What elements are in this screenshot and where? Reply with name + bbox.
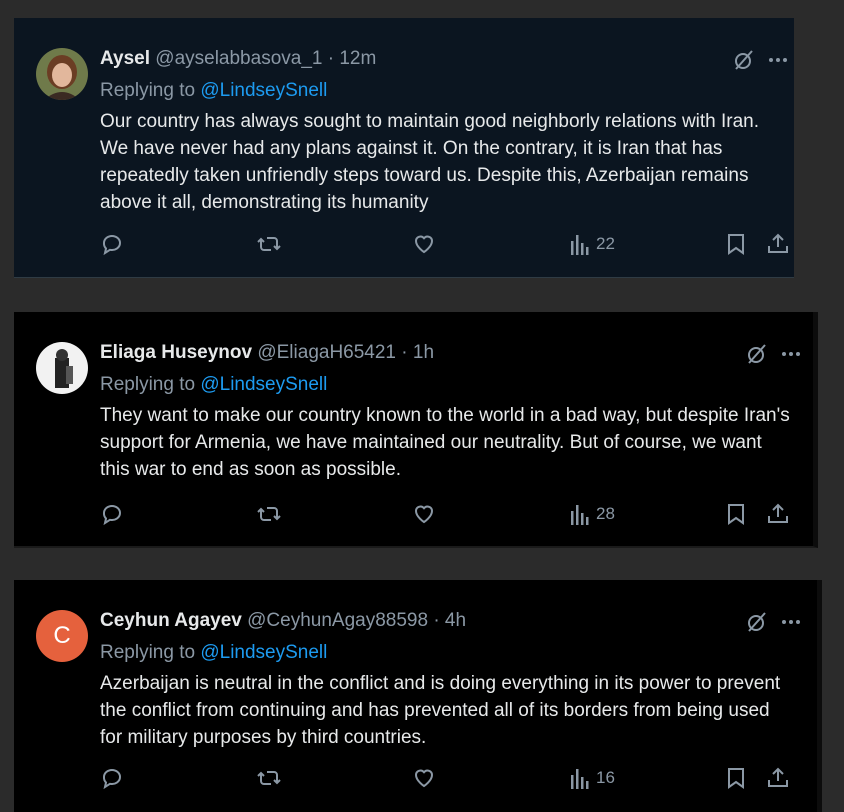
timestamp[interactable]: · 4h <box>433 610 466 631</box>
action-bar: 16 <box>100 766 817 790</box>
views-icon <box>571 235 589 255</box>
views-button[interactable]: 28 <box>570 502 615 526</box>
mention-link[interactable]: @LindseySnell <box>200 80 327 101</box>
replying-to: Replying to @LindseySnell <box>100 80 327 102</box>
top-actions <box>717 610 807 634</box>
author-handle[interactable]: @ayselabbasova_1 <box>155 48 322 69</box>
views-button[interactable]: 16 <box>570 766 615 790</box>
top-actions <box>704 48 794 72</box>
views-icon <box>571 769 589 789</box>
more-icon[interactable] <box>781 346 801 367</box>
bookmark-icon[interactable] <box>726 232 746 256</box>
more-icon[interactable] <box>768 52 788 73</box>
action-bar: 22 <box>100 232 794 256</box>
like-icon[interactable] <box>412 232 436 256</box>
reply-header: Eliaga Huseynov @EliagaH65421 · 1h <box>100 342 434 364</box>
like-icon[interactable] <box>412 766 436 790</box>
like-icon[interactable] <box>412 502 436 526</box>
author-name[interactable]: Ceyhun Agayev <box>100 610 242 631</box>
replying-to-label: Replying to <box>100 80 196 101</box>
grok-icon[interactable] <box>745 610 769 639</box>
replying-to: Replying to @LindseySnell <box>100 374 327 396</box>
replying-to-label: Replying to <box>100 374 196 395</box>
timestamp[interactable]: · 1h <box>401 342 434 363</box>
replying-to-label: Replying to <box>100 642 196 663</box>
share-icon[interactable] <box>766 766 790 790</box>
retweet-icon[interactable] <box>256 232 282 256</box>
timestamp[interactable]: · 12m <box>328 48 377 69</box>
avatar[interactable] <box>36 48 88 100</box>
share-icon[interactable] <box>766 232 790 256</box>
grok-icon[interactable] <box>745 342 769 371</box>
share-icon[interactable] <box>766 502 790 526</box>
avatar[interactable] <box>36 342 88 394</box>
views-icon <box>571 505 589 525</box>
retweet-icon[interactable] <box>256 766 282 790</box>
grok-icon[interactable] <box>732 48 756 77</box>
views-count: 16 <box>596 768 615 787</box>
views-count: 28 <box>596 504 615 523</box>
action-bar: 28 <box>100 502 813 526</box>
reply-text: Azerbaijan is neutral in the conflict an… <box>100 673 781 748</box>
replying-to: Replying to @LindseySnell <box>100 642 327 664</box>
reply-card[interactable]: Aysel @ayselabbasova_1 · 12m Replying to… <box>14 18 794 278</box>
more-icon[interactable] <box>781 614 801 635</box>
reply-header: Ceyhun Agayev @CeyhunAgay88598 · 4h <box>100 610 466 632</box>
mention-link[interactable]: @LindseySnell <box>200 374 327 395</box>
reply-card[interactable]: C Ceyhun Agayev @CeyhunAgay88598 · 4h Re… <box>14 580 822 812</box>
mention-link[interactable]: @LindseySnell <box>200 642 327 663</box>
author-handle[interactable]: @CeyhunAgay88598 <box>247 610 428 631</box>
reply-text: They want to make our country known to t… <box>100 405 790 480</box>
retweet-icon[interactable] <box>256 502 282 526</box>
views-button[interactable]: 22 <box>570 232 615 256</box>
bookmark-icon[interactable] <box>726 766 746 790</box>
avatar[interactable]: C <box>36 610 88 662</box>
author-handle[interactable]: @EliagaH65421 <box>257 342 396 363</box>
views-count: 22 <box>596 234 615 253</box>
reply-card[interactable]: Eliaga Huseynov @EliagaH65421 · 1h Reply… <box>14 312 818 548</box>
top-actions <box>717 342 807 366</box>
reply-text: Our country has always sought to maintai… <box>100 111 760 213</box>
reply-icon[interactable] <box>100 502 124 526</box>
author-name[interactable]: Aysel <box>100 48 150 69</box>
bookmark-icon[interactable] <box>726 502 746 526</box>
author-name[interactable]: Eliaga Huseynov <box>100 342 252 363</box>
reply-header: Aysel @ayselabbasova_1 · 12m <box>100 48 376 70</box>
reply-icon[interactable] <box>100 766 124 790</box>
reply-icon[interactable] <box>100 232 124 256</box>
